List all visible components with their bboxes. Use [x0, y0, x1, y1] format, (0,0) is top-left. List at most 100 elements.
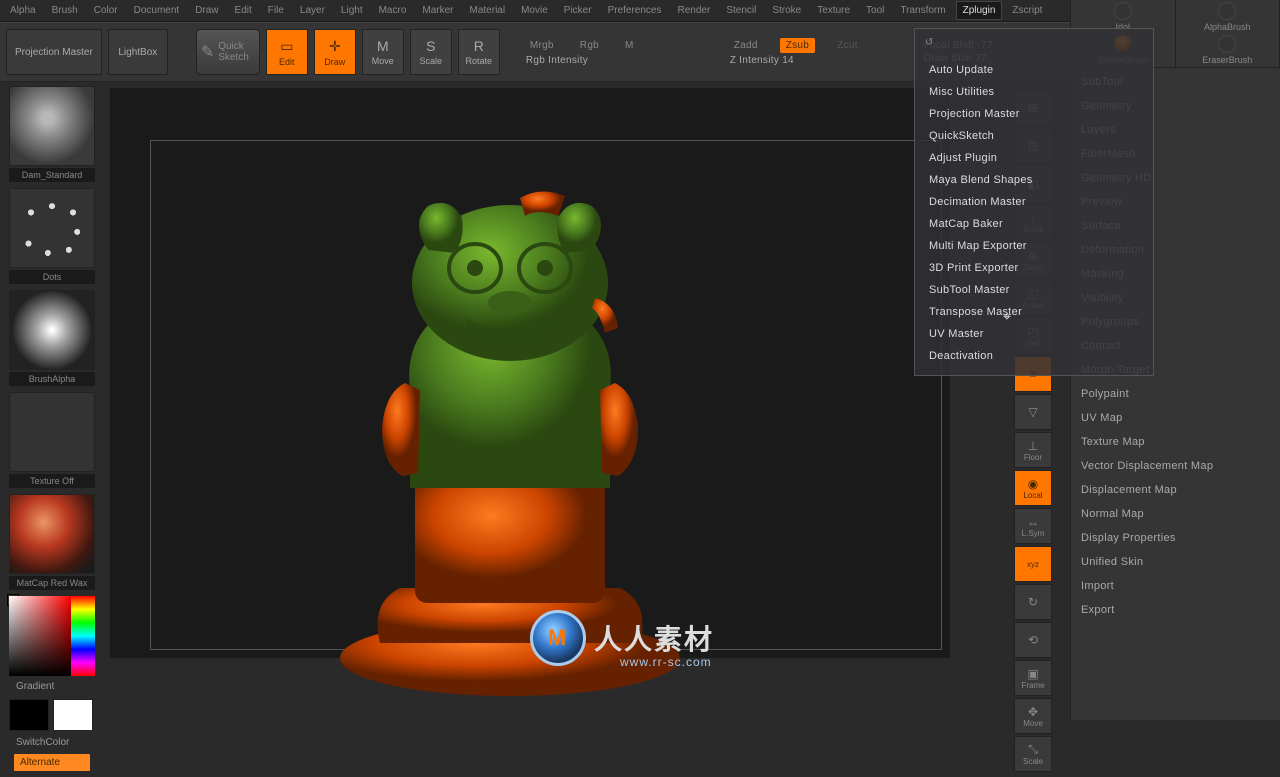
menu-texture[interactable]: Texture [811, 2, 856, 19]
menu-layer[interactable]: Layer [294, 2, 331, 19]
tool-alphabrush[interactable]: AlphaBrush [1176, 0, 1280, 34]
menu-brush[interactable]: Brush [46, 2, 84, 19]
secondary-color[interactable] [9, 699, 49, 731]
z-modes: Zadd Zsub Zcut Z Intensity 14 [730, 38, 862, 66]
brush-thumb[interactable] [9, 86, 95, 166]
shelf-local[interactable]: ◉Local [1014, 470, 1052, 506]
shelf-scale[interactable]: ⤡Scale [1014, 736, 1052, 772]
menu-zscript[interactable]: Zscript [1006, 2, 1048, 19]
zplugin-transpose-master[interactable]: Transpose Master [915, 301, 1153, 323]
zplugin-3d-print-exporter[interactable]: 3D Print Exporter [915, 257, 1153, 279]
stroke-label: Dots [9, 270, 95, 284]
watermark-logo-icon: M [530, 610, 586, 666]
mode-zadd[interactable]: Zadd [730, 38, 762, 53]
mode-mrgb[interactable]: Mrgb [526, 38, 558, 53]
menu-movie[interactable]: Movie [515, 2, 554, 19]
tool-eraserbrush[interactable]: EraserBrush [1176, 34, 1280, 68]
material-label: MatCap Red Wax [9, 576, 95, 590]
panel-displacement-map[interactable]: Displacement Map [1071, 478, 1280, 502]
menu-preferences[interactable]: Preferences [602, 2, 668, 19]
shelf-floor[interactable]: ⊥Floor [1014, 432, 1052, 468]
panel-export[interactable]: Export [1071, 598, 1280, 622]
zplugin-projection-master[interactable]: Projection Master [915, 103, 1153, 125]
watermark-text: 人人素材 [594, 618, 714, 658]
zplugin-auto-update[interactable]: Auto Update [915, 59, 1153, 81]
rgb-modes: Mrgb Rgb M Rgb Intensity [526, 38, 638, 66]
panel-uv-map[interactable]: UV Map [1071, 406, 1280, 430]
rgb-intensity-label: Rgb Intensity [526, 55, 638, 66]
mode-zcut[interactable]: Zcut [833, 38, 862, 53]
shelf-⟲[interactable]: ⟲ [1014, 622, 1052, 658]
menu-picker[interactable]: Picker [558, 2, 598, 19]
menu-macro[interactable]: Macro [373, 2, 413, 19]
shelf-frame[interactable]: ▣Frame [1014, 660, 1052, 696]
shelf-xyz[interactable]: xyz [1014, 546, 1052, 582]
watermark-url: www.rr-sc.com [620, 655, 712, 669]
lightbox-button[interactable]: LightBox [108, 29, 168, 75]
menu-zplugin[interactable]: Zplugin [956, 1, 1003, 20]
mode-m[interactable]: M [621, 38, 638, 53]
zplugin-decimation-master[interactable]: Decimation Master [915, 191, 1153, 213]
shelf-▽[interactable]: ▽ [1014, 394, 1052, 430]
shelf-l.sym[interactable]: ↔L.Sym [1014, 508, 1052, 544]
rotate-button[interactable]: RRotate [458, 29, 500, 75]
scale-button[interactable]: SScale [410, 29, 452, 75]
zplugin-uv-master[interactable]: UV Master [915, 323, 1153, 345]
menu-material[interactable]: Material [464, 2, 512, 19]
gradient-label[interactable]: Gradient [14, 678, 100, 695]
edit-button[interactable]: ▭Edit [266, 29, 308, 75]
menu-tool[interactable]: Tool [860, 2, 890, 19]
panel-texture-map[interactable]: Texture Map [1071, 430, 1280, 454]
menu-light[interactable]: Light [335, 2, 369, 19]
panel-display-properties[interactable]: Display Properties [1071, 526, 1280, 550]
shelf-↻[interactable]: ↻ [1014, 584, 1052, 620]
draw-button[interactable]: ✛Draw [314, 29, 356, 75]
primary-color[interactable] [53, 699, 93, 731]
panel-import[interactable]: Import [1071, 574, 1280, 598]
switchcolor-button[interactable]: SwitchColor [14, 735, 100, 750]
menu-render[interactable]: Render [672, 2, 717, 19]
panel-normal-map[interactable]: Normal Map [1071, 502, 1280, 526]
history-icon[interactable]: ↺ [925, 37, 941, 53]
zplugin-subtool-master[interactable]: SubTool Master [915, 279, 1153, 301]
zplugin-deactivation[interactable]: Deactivation [915, 345, 1153, 367]
menu-alpha[interactable]: Alpha [4, 2, 42, 19]
viewport[interactable] [110, 88, 950, 658]
menu-color[interactable]: Color [88, 2, 124, 19]
menu-draw[interactable]: Draw [189, 2, 224, 19]
alpha-thumb[interactable] [9, 290, 95, 370]
menu-document[interactable]: Document [128, 2, 186, 19]
quicksketch-button[interactable]: ✎Quick Sketch [196, 29, 260, 75]
color-picker[interactable] [9, 596, 95, 676]
menu-stencil[interactable]: Stencil [720, 2, 762, 19]
zplugin-quicksketch[interactable]: QuickSketch [915, 125, 1153, 147]
mode-rgb[interactable]: Rgb [576, 38, 603, 53]
panel-vector-displacement-map[interactable]: Vector Displacement Map [1071, 454, 1280, 478]
z-intensity-label: Z Intensity 14 [730, 55, 862, 66]
zplugin-misc-utilities[interactable]: Misc Utilities [915, 81, 1153, 103]
menu-stroke[interactable]: Stroke [766, 2, 807, 19]
texture-thumb[interactable] [9, 392, 95, 472]
mode-zsub[interactable]: Zsub [780, 38, 815, 53]
menu-marker[interactable]: Marker [416, 2, 459, 19]
zplugin-maya-blend-shapes[interactable]: Maya Blend Shapes [915, 169, 1153, 191]
left-palette: Dam_Standard Dots BrushAlpha Texture Off… [0, 82, 104, 777]
move-button[interactable]: MMove [362, 29, 404, 75]
panel-polypaint[interactable]: Polypaint [1071, 382, 1280, 406]
zplugin-matcap-baker[interactable]: MatCap Baker [915, 213, 1153, 235]
texture-label: Texture Off [9, 474, 95, 488]
menu-file[interactable]: File [262, 2, 290, 19]
alpha-label: BrushAlpha [9, 372, 95, 386]
brush-label: Dam_Standard [9, 168, 95, 182]
color-switches [9, 699, 95, 731]
menu-edit[interactable]: Edit [229, 2, 258, 19]
panel-unified-skin[interactable]: Unified Skin [1071, 550, 1280, 574]
material-thumb[interactable] [9, 494, 95, 574]
projection-master-button[interactable]: Projection Master [6, 29, 102, 75]
stroke-thumb[interactable] [9, 188, 95, 268]
shelf-move[interactable]: ✥Move [1014, 698, 1052, 734]
alternate-button[interactable]: Alternate [14, 754, 90, 771]
zplugin-adjust-plugin[interactable]: Adjust Plugin [915, 147, 1153, 169]
zplugin-multi-map-exporter[interactable]: Multi Map Exporter [915, 235, 1153, 257]
menu-transform[interactable]: Transform [894, 2, 951, 19]
